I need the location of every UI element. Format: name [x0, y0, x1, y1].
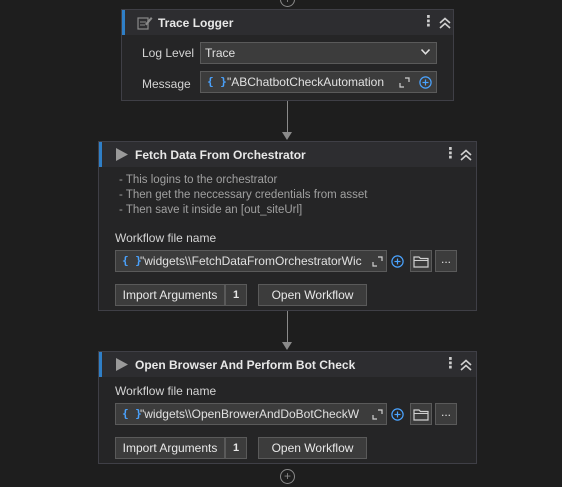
description-line: - Then get the neccessary credentials fr…	[119, 189, 368, 201]
browse-folder-button[interactable]	[410, 403, 432, 425]
trace-logger-header[interactable]: Trace Logger ⋮	[122, 10, 453, 35]
log-level-dropdown[interactable]: Trace	[200, 42, 437, 64]
fetch-data-title: Fetch Data From Orchestrator	[135, 148, 306, 162]
import-arguments-button[interactable]: Import Arguments	[115, 437, 225, 459]
add-activity-top-icon[interactable]: +	[280, 0, 295, 7]
invoke-workflow-icon	[116, 358, 128, 371]
invoke-workflow-icon	[116, 148, 128, 161]
add-variable-icon[interactable]	[391, 255, 404, 268]
workflow-file-label: Workflow file name	[115, 384, 217, 398]
workflow-file-label: Workflow file name	[115, 231, 217, 245]
browse-folder-button[interactable]	[410, 250, 432, 272]
description-line: - Then save it inside an [out_siteUrl]	[119, 204, 303, 216]
fetch-data-activity[interactable]: Fetch Data From Orchestrator ⋮ - This lo…	[98, 141, 477, 311]
fetch-data-more-options-icon[interactable]: ⋮	[443, 145, 458, 162]
message-value: "ABChatbotCheckAutomation	[227, 75, 385, 89]
folder-icon	[413, 409, 429, 421]
open-browser-header[interactable]: Open Browser And Perform Bot Check ⋮	[99, 352, 476, 377]
expression-icon: { }	[207, 75, 227, 88]
workflow-file-value: "widgets\\FetchDataFromOrchestratorWic	[140, 254, 362, 268]
fetch-data-header[interactable]: Fetch Data From Orchestrator ⋮	[99, 142, 476, 167]
sequence-connector	[287, 311, 288, 342]
folder-icon	[413, 256, 429, 268]
add-activity-icon[interactable]: +	[280, 469, 295, 484]
message-field[interactable]: { } "ABChatbotCheckAutomation	[200, 71, 437, 93]
sequence-connector	[287, 101, 288, 132]
open-browser-activity[interactable]: Open Browser And Perform Bot Check ⋮ Wor…	[98, 351, 477, 464]
import-arguments-button[interactable]: Import Arguments	[115, 284, 225, 306]
more-browse-button[interactable]: ...	[435, 403, 457, 425]
trace-logger-more-options-icon[interactable]: ⋮	[421, 13, 436, 30]
workflow-file-value: "widgets\\OpenBrowerAndDoBotCheckW	[140, 407, 360, 421]
open-browser-title: Open Browser And Perform Bot Check	[135, 358, 356, 372]
trace-logger-collapse-icon[interactable]	[438, 16, 452, 30]
expand-editor-icon[interactable]	[372, 256, 383, 267]
connector-arrow-icon	[282, 342, 292, 350]
description-line: - This logins to the orchestrator	[119, 174, 278, 186]
log-level-label: Log Level	[142, 46, 195, 60]
open-workflow-button[interactable]: Open Workflow	[258, 284, 367, 306]
add-variable-icon[interactable]	[419, 76, 432, 89]
open-workflow-button[interactable]: Open Workflow	[258, 437, 367, 459]
expression-icon: { }	[122, 407, 142, 420]
argument-count-badge: 1	[225, 437, 247, 459]
trace-logger-icon	[137, 17, 153, 30]
expand-editor-icon[interactable]	[399, 77, 410, 88]
log-level-value: Trace	[205, 46, 236, 60]
trace-logger-title: Trace Logger	[158, 16, 234, 30]
dropdown-caret-icon	[421, 49, 430, 55]
workflow-file-field[interactable]: { } "widgets\\FetchDataFromOrchestratorW…	[115, 250, 387, 272]
argument-count-badge: 1	[225, 284, 247, 306]
workflow-file-field[interactable]: { } "widgets\\OpenBrowerAndDoBotCheckW	[115, 403, 387, 425]
more-browse-button[interactable]: ...	[435, 250, 457, 272]
open-browser-collapse-icon[interactable]	[459, 358, 473, 372]
expression-icon: { }	[122, 254, 142, 267]
expand-editor-icon[interactable]	[372, 409, 383, 420]
connector-arrow-icon	[282, 132, 292, 140]
message-label: Message	[142, 77, 191, 91]
fetch-data-collapse-icon[interactable]	[459, 148, 473, 162]
open-browser-more-options-icon[interactable]: ⋮	[443, 355, 458, 372]
add-variable-icon[interactable]	[391, 408, 404, 421]
trace-logger-activity[interactable]: Trace Logger ⋮ Log Level Trace Message {…	[121, 9, 454, 101]
